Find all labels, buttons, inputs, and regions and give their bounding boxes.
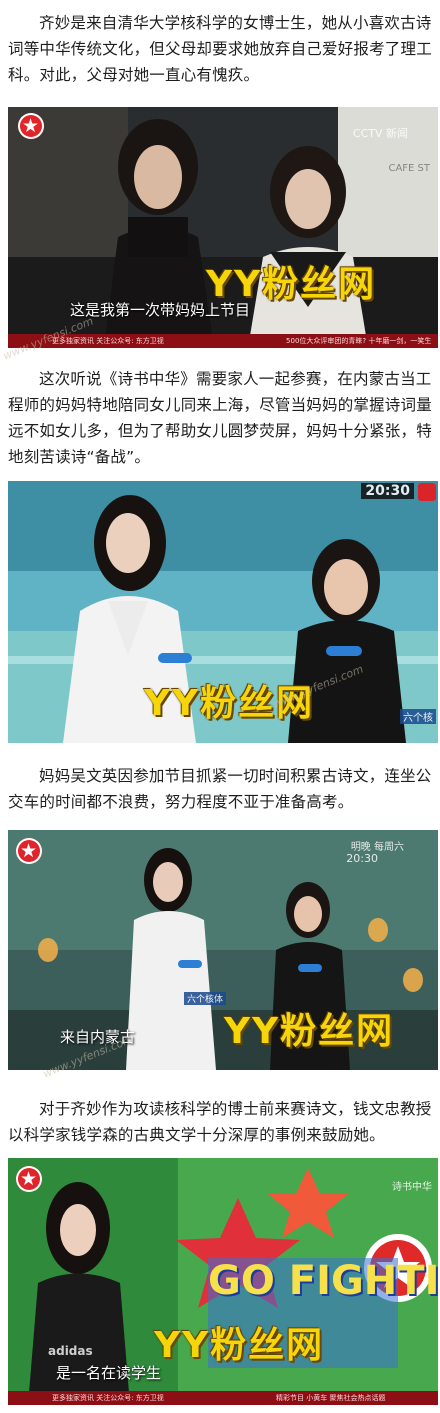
frame-4-shirt-logo: adidas (48, 1344, 93, 1358)
article-paragraph-1: 齐妙是来自清华大学核科学的女博士生，她从小喜欢古诗词等中华传统文化，但父母却要求… (8, 14, 432, 84)
frame-1-ticker-mid: 500位大众评审团的青睐? 十年磨一剑，一笑生 (286, 337, 432, 345)
frame-4-ticker-left: 更多独家资讯 关注公众号: 东方卫视 (52, 1394, 164, 1402)
dragon-tv-logo-icon: ★ (18, 113, 44, 139)
video-frame-3: ★ 明晚 每周六 20:30 六个核体 YY粉丝网 来自内蒙古 (8, 830, 438, 1070)
article-paragraph-4: 对于齐妙作为攻读核科学的博士前来赛诗文，钱文忠教授以科学家钱学森的古典文学十分深… (8, 1100, 432, 1144)
frame-1-cafe-sign: CAFE ST (388, 163, 430, 174)
frame-3-time: 20:30 (346, 852, 378, 865)
frame-1-subtitle: 这是我第一次带妈妈上节目 (70, 301, 251, 319)
frame-3-watermark: YY粉丝网 (224, 1011, 395, 1052)
frame-4-subtitle: 是一名在读学生 (56, 1364, 162, 1382)
frame-1-ticker-left: 更多独家资讯 关注公众号: 东方卫视 (52, 337, 164, 345)
frame-4-ticker: 更多独家资讯 关注公众号: 东方卫视 精彩节目 小黄车 聚焦社会热点话题 (8, 1391, 438, 1405)
frame-4-ticker-mid: 精彩节目 小黄车 聚焦社会热点话题 (276, 1394, 386, 1402)
video-frame-2: 20:30 YY粉丝网 六个核 (8, 481, 438, 743)
frame-1-corner-label: CCTV 新闻 (352, 127, 408, 140)
dragon-tv-logo-icon-2: ★ (16, 838, 42, 864)
frame-2-badge: 六个核 (400, 709, 436, 724)
video-frame-1: ★ CCTV 新闻 CAFE ST YY粉丝网 这是我第一次带妈妈上节目 更多独… (8, 107, 438, 348)
frame-4-corner-label: 诗书中华 (392, 1182, 432, 1193)
dragon-tv-logo-icon-3: ★ (16, 1166, 42, 1192)
frame-4-wall-text: GO FIGHTING (208, 1258, 438, 1304)
frame-3-name-tag: 六个核体 (184, 992, 227, 1005)
article-paragraph-2: 这次听说《诗书中华》需要家人一起参赛，在内蒙古当工程师的妈妈特地陪同女儿同来上海… (8, 370, 432, 466)
article-paragraph-3: 妈妈吴文英因参加节目抓紧一切时间积累古诗文，连坐公交车的时间都不浪费，努力程度不… (8, 767, 432, 811)
frame-1-ticker: 更多独家资讯 关注公众号: 东方卫视 500位大众评审团的青睐? 十年磨一剑，一… (8, 334, 438, 348)
frame-2-time: 20:30 (361, 483, 414, 499)
frame-3-corner-label: 明晚 每周六 (350, 842, 404, 853)
frame-2-channel-icon (418, 483, 436, 501)
frame-4-watermark: YY粉丝网 (154, 1325, 325, 1366)
video-frame-4: ★ 诗书中华 adidas GO FIGHTING YY粉丝网 是一名在读学生 … (8, 1158, 438, 1405)
